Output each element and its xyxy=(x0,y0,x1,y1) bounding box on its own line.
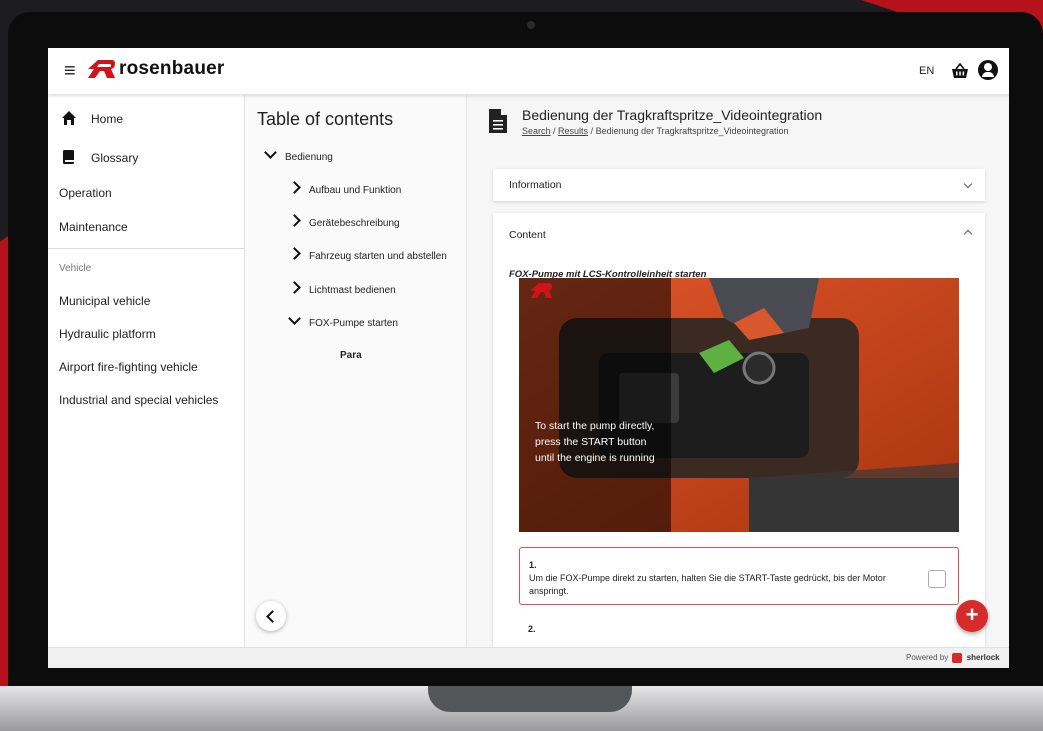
chevron-up-icon[interactable] xyxy=(963,229,973,239)
chevron-down-icon xyxy=(264,146,277,159)
sidebar: Home Glossary Operation Maintenance Vehi… xyxy=(48,95,245,647)
rosenbauer-logo-icon xyxy=(88,60,115,78)
page-title: Bedienung der Tragkraftspritze_Videointe… xyxy=(522,107,823,123)
video-caption: To start the pump directly, press the ST… xyxy=(535,420,655,464)
breadcrumb-results-link[interactable]: Results xyxy=(558,126,588,136)
chevron-down-icon xyxy=(963,179,973,189)
breadcrumb-search-link[interactable]: Search xyxy=(522,126,551,136)
hamburger-icon[interactable]: ≡ xyxy=(64,61,84,81)
chevron-right-icon xyxy=(288,181,301,194)
sidebar-item-label: Maintenance xyxy=(59,220,128,234)
language-selector[interactable]: EN xyxy=(919,65,934,77)
sidebar-item-label: Home xyxy=(91,112,124,126)
sidebar-item-label: Glossary xyxy=(91,151,139,165)
footer: Powered by sherlock xyxy=(48,647,1009,668)
home-icon xyxy=(62,111,76,125)
sherlock-logo-icon xyxy=(952,653,963,663)
main-content: Bedienung der Tragkraftspritze_Videointe… xyxy=(467,95,1009,647)
basket-icon[interactable] xyxy=(951,63,969,79)
chevron-right-icon xyxy=(288,214,301,227)
video-frame-image xyxy=(519,278,959,532)
toc-item-fahrzeug-starten[interactable]: Fahrzeug starten und abstellen xyxy=(288,247,447,262)
laptop-notch xyxy=(428,686,632,712)
step-number: 2. xyxy=(528,624,536,634)
sidebar-item-label: Municipal vehicle xyxy=(59,294,151,308)
sidebar-item-label: Operation xyxy=(59,186,112,200)
chevron-down-icon xyxy=(288,312,301,325)
collapse-toc-button[interactable] xyxy=(256,601,286,631)
toc-item-fox-pumpe[interactable]: FOX-Pumpe starten xyxy=(288,312,398,329)
breadcrumb: Search / Results / Bedienung der Tragkra… xyxy=(522,126,789,136)
toc-item-geraetebeschreibung[interactable]: Gerätebeschreibung xyxy=(288,214,400,229)
toc-item-para[interactable]: Para xyxy=(340,350,362,361)
step-image-icon[interactable] xyxy=(928,570,946,588)
step-number: 1. xyxy=(529,560,537,570)
toc-item-lichtmast[interactable]: Lichtmast bedienen xyxy=(288,281,396,296)
content-panel-title[interactable]: Content xyxy=(509,229,546,241)
toc-item-aufbau[interactable]: Aufbau und Funktion xyxy=(288,181,401,196)
content-panel: Content FOX-Pumpe mit LCS-Kontrolleinhei… xyxy=(493,213,985,647)
information-panel[interactable]: Information xyxy=(493,169,985,201)
camera-icon xyxy=(527,21,535,29)
step-card-2: 2. xyxy=(519,616,959,636)
sidebar-item-label: Hydraulic platform xyxy=(59,327,156,341)
chevron-right-icon xyxy=(288,281,301,294)
top-bar: ≡ rosenbauer EN xyxy=(48,48,1009,95)
brand-logo[interactable]: rosenbauer xyxy=(86,58,224,80)
information-panel-title: Information xyxy=(509,179,562,191)
sidebar-item-label: Industrial and special vehicles xyxy=(59,393,219,407)
chevron-right-icon xyxy=(288,247,301,260)
powered-by: Powered by sherlock xyxy=(906,653,1000,663)
sidebar-divider xyxy=(48,248,244,249)
table-of-contents: Table of contents Bedienung Aufbau und F… xyxy=(245,95,467,647)
breadcrumb-current: Bedienung der Tragkraftspritze_Videointe… xyxy=(595,126,789,136)
document-icon xyxy=(489,109,507,133)
add-button[interactable]: + xyxy=(956,600,988,632)
step-card-1: 1. Um die FOX-Pumpe direkt zu starten, h… xyxy=(519,547,959,605)
step-text: Um die FOX-Pumpe direkt zu starten, halt… xyxy=(529,573,886,596)
book-icon xyxy=(63,150,74,164)
brand-name: rosenbauer xyxy=(119,58,225,79)
sidebar-item-label: Airport fire-fighting vehicle xyxy=(59,360,198,374)
screen: ≡ rosenbauer EN Home Glossary Operation xyxy=(48,48,1009,668)
toc-title: Table of contents xyxy=(257,109,394,129)
toc-item-bedienung[interactable]: Bedienung xyxy=(264,146,333,163)
video-player[interactable]: To start the pump directly, press the ST… xyxy=(519,278,959,532)
user-circle-icon[interactable] xyxy=(978,60,998,80)
